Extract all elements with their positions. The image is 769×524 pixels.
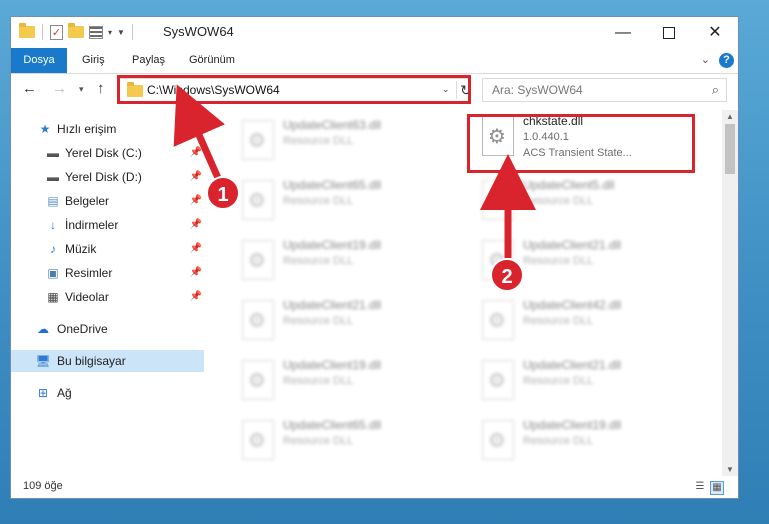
file-item[interactable]: UpdateClient21.dll Resource DLL <box>476 356 706 412</box>
search-placeholder: Ara: SysWOW64 <box>492 83 583 97</box>
details-view-icon[interactable]: ☰ <box>694 481 706 493</box>
sidebar-item-videos[interactable]: ▦ Videolar 📌 <box>11 286 204 308</box>
back-button[interactable]: ← <box>22 80 37 97</box>
file-highlight <box>467 114 695 173</box>
sidebar-item-disk-d[interactable]: ▬ Yerel Disk (D:) 📌 <box>11 166 204 188</box>
customize-toolbar-icon[interactable]: ▼ <box>117 28 125 37</box>
pin-icon[interactable]: 📌 <box>190 286 202 308</box>
star-icon: ★ <box>39 122 51 136</box>
title-bar: ✓ ▾ ▼ SysWOW64 — ✕ <box>11 17 738 48</box>
dll-file-icon <box>242 420 274 460</box>
dll-file-icon <box>482 180 514 220</box>
download-icon: ↓ <box>50 218 56 232</box>
sidebar-item-this-pc[interactable]: 🖥 Bu bilgisayar <box>11 350 204 372</box>
pin-icon[interactable]: 📌 <box>190 214 202 236</box>
documents-icon: ▤ <box>47 194 59 208</box>
maximize-icon <box>663 26 675 39</box>
recent-locations-icon[interactable]: ▾ <box>79 84 84 95</box>
file-item[interactable]: UpdateClient65.dll Resource DLL <box>236 416 466 472</box>
sidebar-item-disk-c[interactable]: ▬ Yerel Disk (C:) 📌 <box>11 142 204 164</box>
cloud-icon: ☁ <box>37 322 49 336</box>
dll-file-icon <box>482 360 514 400</box>
ribbon-tabs: Dosya Giriş Paylaş Görünüm ⌄ ? <box>11 48 738 74</box>
close-button[interactable]: ✕ <box>692 17 738 48</box>
search-icon: ⌕ <box>711 82 719 97</box>
dll-file-icon <box>242 120 274 160</box>
toolbar-separator <box>131 24 133 40</box>
dll-file-icon <box>242 180 274 220</box>
file-item[interactable]: UpdateClient19.dll Resource DLL <box>236 236 466 292</box>
video-icon: ▦ <box>47 290 59 304</box>
file-item[interactable]: UpdateClient21.dll Resource DLL <box>236 296 466 352</box>
file-item[interactable]: UpdateClient19.dll Resource DLL <box>476 416 706 472</box>
pictures-icon: ▣ <box>47 266 59 280</box>
dll-file-icon <box>482 300 514 340</box>
search-input[interactable]: Ara: SysWOW64 ⌕ <box>482 78 727 102</box>
dll-file-icon <box>242 240 274 280</box>
address-bar-highlight <box>117 75 471 104</box>
file-item[interactable]: UpdateClient63.dll Resource DLL <box>236 116 466 172</box>
new-folder-icon[interactable] <box>68 23 84 38</box>
network-icon: ⊞ <box>37 386 49 400</box>
tab-file[interactable]: Dosya <box>11 48 67 73</box>
pin-icon[interactable]: 📌 <box>190 166 202 188</box>
properties-check-icon[interactable]: ✓ <box>50 24 63 40</box>
pin-icon[interactable]: 📌 <box>190 190 202 212</box>
computer-icon: 🖥 <box>35 354 51 368</box>
quick-access-toolbar: ✓ ▾ ▼ <box>19 23 135 40</box>
scrollbar-thumb[interactable] <box>725 124 735 174</box>
tiles-view-icon[interactable]: ▦ <box>710 481 724 495</box>
tab-share[interactable]: Paylaş <box>132 48 165 73</box>
expand-ribbon-icon[interactable]: ⌄ <box>701 53 710 66</box>
sidebar-item-documents[interactable]: ▤ Belgeler 📌 <box>11 190 204 212</box>
folder-icon <box>19 23 35 38</box>
dll-file-icon <box>242 300 274 340</box>
up-button[interactable]: ↑ <box>97 80 105 97</box>
drive-icon: ▬ <box>47 146 59 160</box>
sidebar-item-network[interactable]: ⊞ Ağ <box>11 382 204 404</box>
navigation-pane: ★ Hızlı erişim ▬ Yerel Disk (C:) 📌 ▬ Yer… <box>11 110 206 476</box>
item-count: 109 öğe <box>23 480 63 492</box>
help-icon[interactable]: ? <box>719 53 734 68</box>
pin-icon[interactable]: 📌 <box>190 238 202 260</box>
music-icon: ♪ <box>50 242 56 256</box>
vertical-scrollbar[interactable]: ▲ ▼ <box>722 110 738 476</box>
dll-file-icon <box>482 420 514 460</box>
pin-icon[interactable]: 📌 <box>190 142 202 164</box>
dll-file-icon <box>242 360 274 400</box>
sidebar-item-music[interactable]: ♪ Müzik 📌 <box>11 238 204 260</box>
toolbar-separator <box>42 24 43 40</box>
sidebar-item-quick-access[interactable]: ★ Hızlı erişim <box>11 118 204 140</box>
pin-icon[interactable]: 📌 <box>190 262 202 284</box>
chevron-down-icon[interactable]: ▾ <box>108 28 112 37</box>
file-item[interactable]: UpdateClient5.dll Resource DLL <box>476 176 706 232</box>
window-title: SysWOW64 <box>163 24 234 39</box>
tab-home[interactable]: Giriş <box>82 48 105 73</box>
file-item[interactable]: UpdateClient65.dll Resource DLL <box>236 176 466 232</box>
forward-button[interactable]: → <box>52 80 67 97</box>
sidebar-item-pictures[interactable]: ▣ Resimler 📌 <box>11 262 204 284</box>
sidebar-item-downloads[interactable]: ↓ İndirmeler 📌 <box>11 214 204 236</box>
drive-icon: ▬ <box>47 170 59 184</box>
properties-icon[interactable] <box>89 25 103 39</box>
status-bar: 109 öğe ☰ ▦ <box>11 476 738 498</box>
file-item[interactable]: UpdateClient42.dll Resource DLL <box>476 296 706 352</box>
scroll-up-icon[interactable]: ▲ <box>726 112 734 121</box>
sidebar-item-onedrive[interactable]: ☁ OneDrive <box>11 318 204 340</box>
scroll-down-icon[interactable]: ▼ <box>726 465 734 474</box>
minimize-button[interactable]: — <box>600 17 646 48</box>
tab-view[interactable]: Görünüm <box>189 48 235 73</box>
file-item[interactable]: UpdateClient19.dll Resource DLL <box>236 356 466 412</box>
maximize-button[interactable] <box>646 17 692 48</box>
step-1-badge: 1 <box>206 176 240 210</box>
step-2-badge: 2 <box>490 258 524 292</box>
